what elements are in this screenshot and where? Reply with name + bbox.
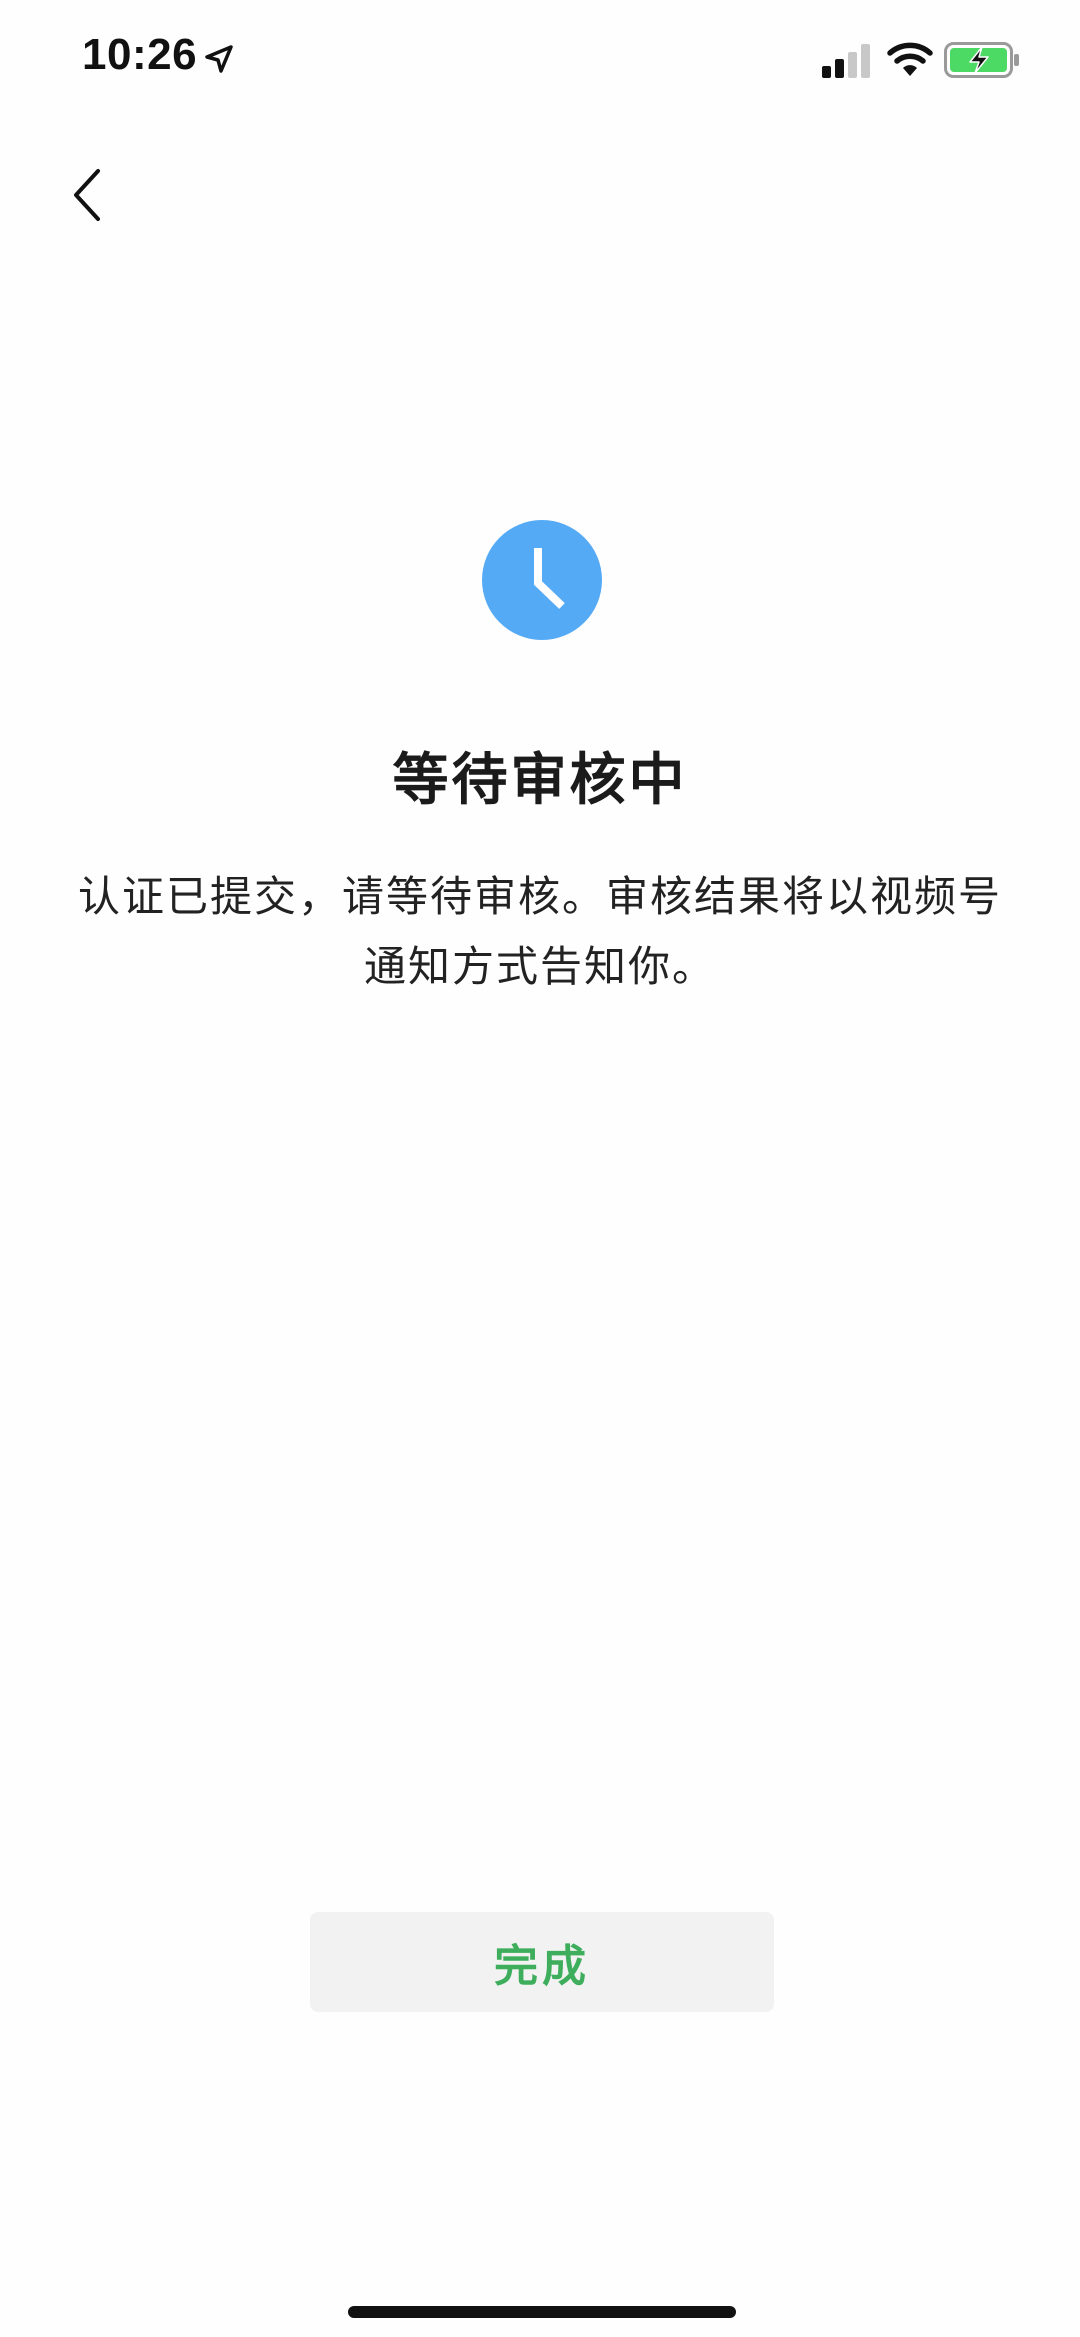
page-title: 等待审核中 [392,748,688,813]
clock-icon [482,520,602,640]
home-indicator[interactable] [348,2306,736,2318]
screen: 10:26 等待审核中 认证已提交，请等待审核。审核结果将以视频号 通知方式告知… [0,0,1080,2337]
status-description: 认证已提交，请等待审核。审核结果将以视频号 通知方式告知你。 [70,862,1010,1002]
cellular-signal-icon [822,44,870,78]
battery-charging-icon [944,42,1019,78]
status-time: 10:26 [82,30,198,79]
back-button[interactable] [62,160,112,230]
description-line: 认证已提交，请等待审核。审核结果将以视频号 [77,872,1002,921]
description-line: 通知方式告知你。 [363,942,716,991]
wifi-icon [887,42,933,76]
chevron-left-icon [74,169,100,221]
location-arrow-icon [205,45,233,73]
done-button[interactable]: 完成 [310,1912,774,2012]
status-bar: 10:26 [0,0,1080,120]
